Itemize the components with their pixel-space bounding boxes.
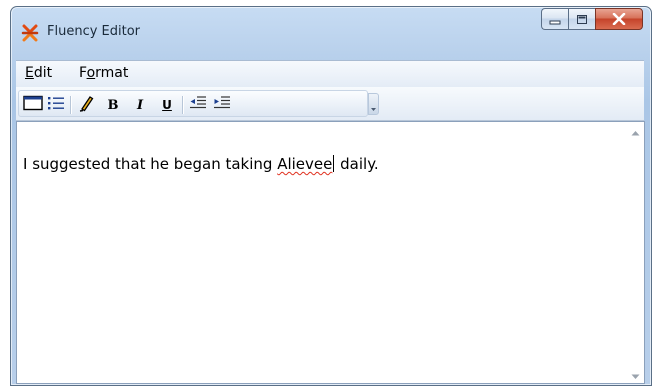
toolbar-strip: B I U	[18, 90, 368, 117]
scroll-up-icon	[631, 121, 640, 140]
window-title: Fluency Editor	[47, 24, 141, 39]
increase-indent-button[interactable]	[211, 94, 233, 116]
decrease-indent-icon	[189, 95, 207, 115]
menu-edit[interactable]: Edit	[25, 65, 52, 81]
menu-format[interactable]: Format	[79, 65, 128, 81]
pencil-button[interactable]	[76, 94, 98, 116]
italic-button[interactable]: I	[129, 94, 151, 116]
increase-indent-icon	[213, 95, 231, 115]
menu-edit-mnemonic: E	[25, 65, 34, 81]
misspelled-word[interactable]: Alievee	[277, 155, 332, 173]
minimize-button[interactable]	[541, 8, 568, 30]
menu-format-prefix: F	[79, 65, 87, 81]
close-button[interactable]	[595, 8, 643, 30]
toolbar-separator	[70, 96, 71, 114]
close-icon	[612, 10, 626, 29]
view-button[interactable]	[22, 94, 44, 116]
bulleted-list-icon	[47, 95, 65, 115]
editor-text-after: daily.	[335, 155, 379, 173]
title-bar[interactable]: Fluency Editor	[11, 7, 651, 56]
editor-window: Fluency Editor Edit Format B I U I sugge…	[10, 6, 652, 386]
bold-icon: B	[107, 97, 119, 113]
underline-button[interactable]: U	[156, 94, 178, 116]
scroll-down-button[interactable]	[627, 366, 644, 383]
minimize-icon	[549, 10, 561, 29]
menu-format-mnemonic: o	[86, 65, 96, 81]
fluency-app-icon	[21, 24, 39, 42]
editor-text-before: I suggested that he began taking	[23, 155, 278, 173]
editor-content[interactable]: I suggested that he began taking Alievee…	[23, 155, 379, 173]
pencil-icon	[78, 94, 96, 116]
formatting-toolbar: B I U	[16, 87, 644, 121]
underline-icon: U	[162, 98, 172, 112]
menu-format-label: rmat	[95, 65, 129, 81]
text-editor[interactable]: I suggested that he began taking Alievee…	[16, 121, 645, 384]
maximize-icon	[576, 10, 588, 29]
menu-bar: Edit Format	[16, 60, 644, 87]
caption-buttons	[541, 8, 643, 30]
scroll-down-icon	[631, 365, 640, 384]
toolbar-overflow-icon	[369, 99, 378, 118]
bold-button[interactable]: B	[102, 94, 124, 116]
maximize-button[interactable]	[568, 8, 595, 30]
window-view-icon	[23, 95, 43, 115]
italic-icon: I	[136, 97, 144, 113]
toolbar-separator	[182, 96, 183, 114]
decrease-indent-button[interactable]	[187, 94, 209, 116]
vertical-scrollbar[interactable]	[627, 122, 644, 383]
scroll-up-button[interactable]	[627, 122, 644, 139]
toolbar-overflow-button[interactable]	[368, 93, 379, 115]
menu-edit-label: dit	[33, 65, 53, 81]
bullet-list-button[interactable]	[45, 94, 67, 116]
